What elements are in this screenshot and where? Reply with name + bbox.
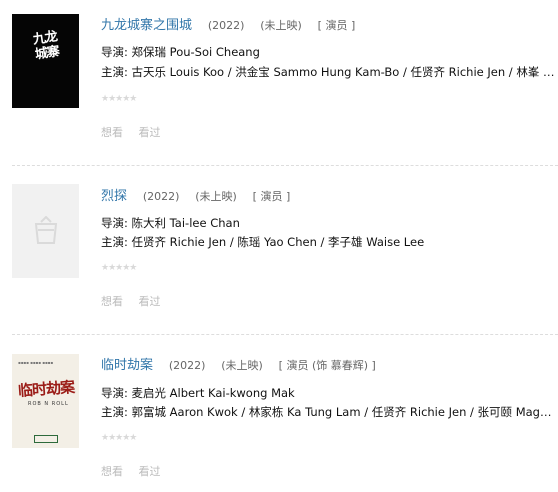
cast-names: 郭富城 Aaron Kwok / 林家栋 Ka Tung Lam / 任贤齐 R… — [131, 405, 555, 419]
watched-link[interactable]: 看过 — [139, 126, 161, 139]
want-to-watch-link[interactable]: 想看 — [101, 126, 123, 139]
default-poster-icon — [34, 216, 58, 244]
director-label: 导演: — [101, 386, 128, 400]
director-name: 郑保瑞 Pou-Soi Cheang — [131, 45, 260, 59]
film-title-link[interactable]: 临时劫案 — [101, 358, 153, 373]
film-role: [ 演员 ] — [252, 190, 291, 203]
film-poster-placeholder[interactable] — [12, 184, 79, 278]
item-divider — [12, 165, 558, 166]
director-line: 导演: 陈大利 Tai-lee Chan — [101, 215, 555, 231]
cast-label: 主演: — [101, 405, 128, 419]
director-line: 导演: 郑保瑞 Pou-Soi Cheang — [101, 44, 555, 60]
want-to-watch-link[interactable]: 想看 — [101, 295, 123, 308]
film-item: 烈探 (2022) (未上映) [ 演员 ] 导演: 陈大利 Tai-lee C… — [0, 170, 558, 320]
want-to-watch-link[interactable]: 想看 — [101, 465, 123, 478]
cast-names: 任贤齐 Richie Jen / 陈瑶 Yao Chen / 李子雄 Waise… — [131, 235, 425, 249]
film-status: (未上映) — [260, 19, 302, 32]
film-year: (2022) — [207, 19, 245, 32]
director-name: 麦启光 Albert Kai-kwong Mak — [131, 386, 295, 400]
film-item: 九龙城寨 九龙城寨之围城 (2022) (未上映) [ 演员 ] 导演: 郑保瑞… — [0, 0, 558, 150]
film-poster[interactable]: 九龙城寨 — [12, 14, 79, 108]
director-name: 陈大利 Tai-lee Chan — [131, 216, 240, 230]
film-role: [ 演员 ] — [317, 19, 356, 32]
director-label: 导演: — [101, 45, 128, 59]
poster-subtitle: ROB N ROLL — [28, 401, 69, 407]
cast-line: 主演: 郭富城 Aaron Kwok / 林家栋 Ka Tung Lam / 任… — [101, 404, 555, 420]
rating-stars: ★★★★★ — [101, 263, 137, 273]
poster-title-text: 九龙城寨 — [32, 29, 60, 63]
cast-names: 古天乐 Louis Koo / 洪金宝 Sammo Hung Kam-Bo / … — [131, 65, 555, 79]
poster-credits-decoration: ▪▪▪▪ ▪▪▪▪ ▪▪▪▪ — [18, 360, 54, 365]
cast-line: 主演: 任贤齐 Richie Jen / 陈瑶 Yao Chen / 李子雄 W… — [101, 234, 555, 250]
cast-line: 主演: 古天乐 Louis Koo / 洪金宝 Sammo Hung Kam-B… — [101, 64, 555, 80]
film-year: (2022) — [168, 359, 206, 372]
poster-logo-icon — [34, 435, 58, 443]
film-title-link[interactable]: 九龙城寨之围城 — [101, 18, 192, 33]
cast-label: 主演: — [101, 65, 128, 79]
film-item: ▪▪▪▪ ▪▪▪▪ ▪▪▪▪ 临时劫案 ROB N ROLL 临时劫案 (202… — [0, 340, 558, 490]
director-label: 导演: — [101, 216, 128, 230]
poster-title-text: 临时劫案 — [17, 378, 75, 400]
rating-stars: ★★★★★ — [101, 433, 137, 443]
film-status: (未上映) — [195, 190, 237, 203]
rating-stars: ★★★★★ — [101, 94, 137, 104]
director-line: 导演: 麦启光 Albert Kai-kwong Mak — [101, 385, 555, 401]
film-role: [ 演员 (饰 慕春辉) ] — [278, 359, 376, 372]
film-title-row: 临时劫案 (2022) (未上映) [ 演员 (饰 慕春辉) ] — [101, 354, 376, 374]
filmography-list: 九龙城寨 九龙城寨之围城 (2022) (未上映) [ 演员 ] 导演: 郑保瑞… — [0, 0, 558, 492]
film-actions: 想看 看过 — [101, 124, 173, 140]
film-title-row: 九龙城寨之围城 (2022) (未上映) [ 演员 ] — [101, 14, 355, 34]
watched-link[interactable]: 看过 — [139, 295, 161, 308]
watched-link[interactable]: 看过 — [139, 465, 161, 478]
film-actions: 想看 看过 — [101, 463, 173, 479]
film-actions: 想看 看过 — [101, 293, 173, 309]
film-poster[interactable]: ▪▪▪▪ ▪▪▪▪ ▪▪▪▪ 临时劫案 ROB N ROLL — [12, 354, 79, 448]
film-title-row: 烈探 (2022) (未上映) [ 演员 ] — [101, 185, 290, 205]
film-title-link[interactable]: 烈探 — [101, 189, 127, 204]
film-year: (2022) — [142, 190, 180, 203]
film-status: (未上映) — [221, 359, 263, 372]
item-divider — [12, 334, 558, 335]
cast-label: 主演: — [101, 235, 128, 249]
